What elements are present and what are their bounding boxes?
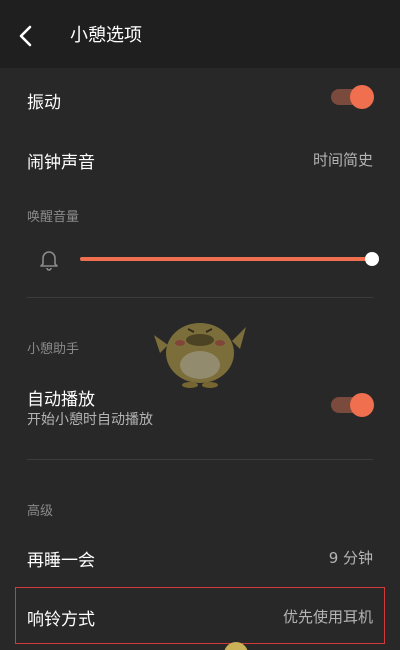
autoplay-label: 自动播放	[27, 390, 95, 410]
divider	[27, 297, 373, 298]
vibrate-label: 振动	[27, 93, 61, 113]
back-button[interactable]	[10, 20, 42, 52]
toggle-knob	[350, 85, 374, 109]
highlight-box	[15, 587, 385, 644]
assistant-heading: 小憩助手	[27, 342, 80, 357]
wake-volume-slider[interactable]	[80, 252, 379, 266]
app-bar: 小憩选项	[0, 0, 400, 68]
autoplay-description: 开始小憩时自动播放	[27, 412, 153, 428]
snooze-value: 9 分钟	[328, 549, 373, 567]
chevron-left-icon	[19, 25, 32, 47]
slider-fill	[80, 257, 372, 261]
advanced-heading: 高级	[27, 504, 54, 519]
alarm-sound-value: 时间简史	[312, 151, 373, 169]
vibrate-row[interactable]: 振动	[0, 68, 400, 128]
alarm-sound-label: 闹钟声音	[27, 153, 95, 173]
bell-icon	[37, 247, 61, 275]
snooze-label: 再睡一会	[27, 551, 95, 571]
snooze-options-screen: 小憩选项 振动 闹钟声音 时间简史 唤醒音量 小憩助手 自动播放 开始小憩时自动…	[0, 0, 400, 650]
mascot-watermark	[154, 323, 246, 388]
autoplay-toggle[interactable]	[329, 393, 374, 417]
page-title: 小憩选项	[70, 25, 142, 46]
alarm-sound-row[interactable]: 闹钟声音 时间简史	[0, 128, 400, 188]
vibrate-toggle[interactable]	[329, 85, 374, 109]
snooze-row[interactable]: 再睡一会 9 分钟	[0, 527, 400, 587]
toggle-knob	[350, 393, 374, 417]
slider-thumb[interactable]	[365, 252, 379, 266]
divider	[27, 459, 373, 460]
wake-volume-heading: 唤醒音量	[27, 210, 80, 225]
